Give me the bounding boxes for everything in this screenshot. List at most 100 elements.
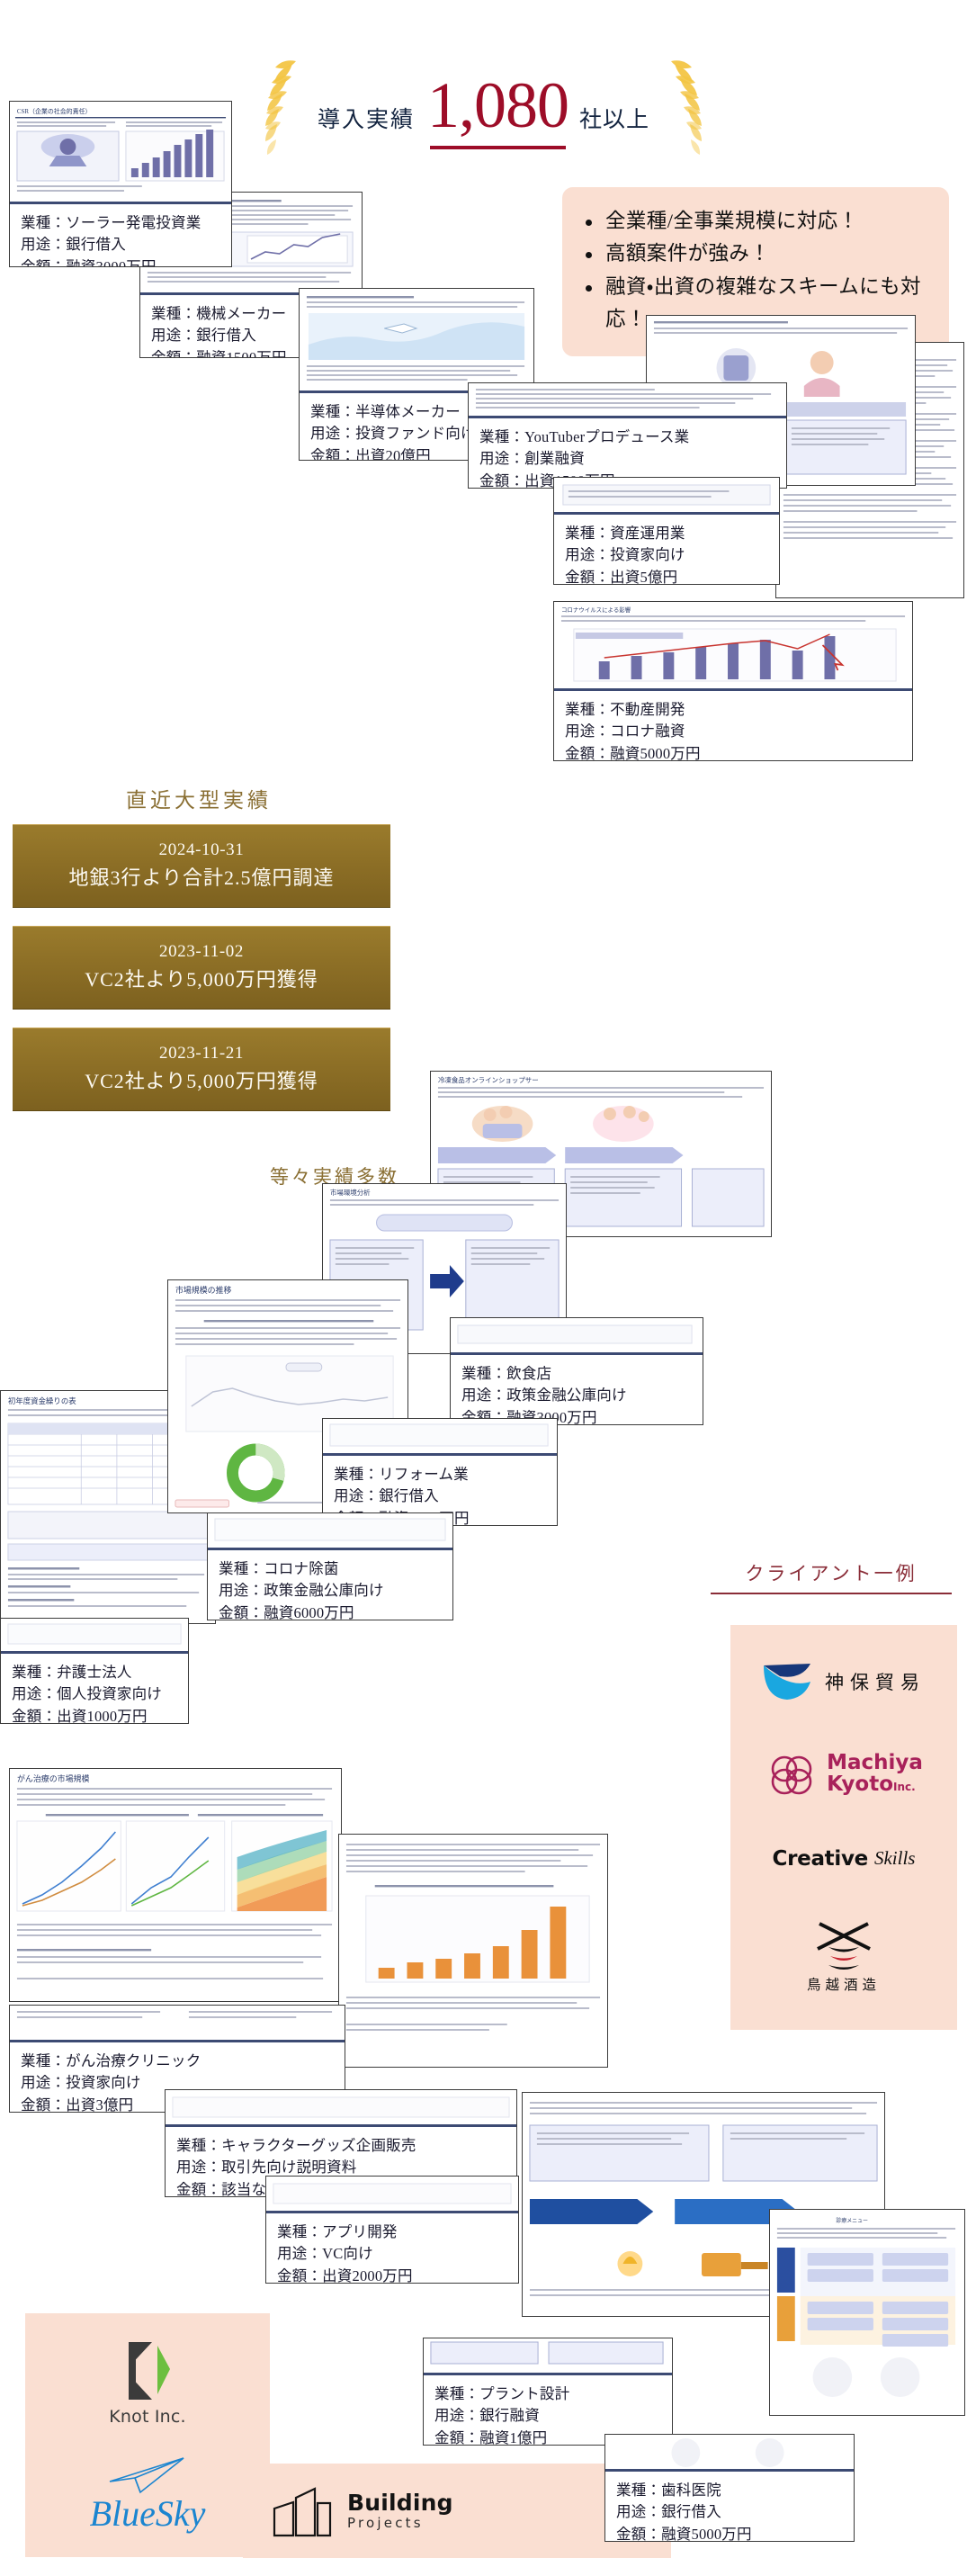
case-card[interactable]: 業種：アプリ開発 用途：VC向け 金額：出資2000万円 [265, 2176, 519, 2284]
hero-number: 1,080 [427, 69, 569, 150]
slide-thumbnail: コロナウイルスによる影響 [554, 602, 912, 688]
case-amount: 金額：出資2000万円 [277, 2266, 413, 2284]
recent-result-item[interactable]: 2024-10-31 地銀3行より合計2.5億円調達 [13, 824, 390, 909]
client-name-line1: Machiya [827, 1750, 923, 1774]
slide-thumbnail [424, 2338, 672, 2373]
slide-thumbnail [323, 1419, 557, 1453]
slide-thumbnail [266, 2177, 518, 2211]
knot-mark-icon [128, 2342, 170, 2401]
slide-thumbnail [451, 1318, 703, 1352]
case-purpose: 用途：政策金融公庫向け [219, 1582, 384, 1600]
laurel-right-icon [671, 59, 703, 155]
torigoe-mark-icon [817, 1921, 871, 1970]
laurel-left-icon [264, 59, 296, 155]
case-purpose: 用途：銀行借入 [21, 236, 126, 254]
case-card[interactable]: 業種：資産運用業 用途：投資家向け 金額：出資5億円 [553, 477, 780, 585]
client-logo-creative-skills: Creative Skills [730, 1847, 957, 1871]
case-purpose: 用途：創業融資 [479, 450, 585, 468]
client-logo-machiya: Machiya KyotoInc. [730, 1749, 957, 1800]
slide-card[interactable] [338, 1834, 608, 2068]
slide-thumbnail [300, 289, 533, 390]
slide-thumbnail [166, 2090, 516, 2124]
svg-text:CSR（企業の社会的責任）: CSR（企業の社会的責任） [17, 107, 92, 115]
svg-text:がん治療の市場規模: がん治療の市場規模 [17, 1773, 90, 1783]
case-card[interactable]: 業種：YouTuberプロデュース業 用途：創業融資 金額：出資1500万円 [468, 382, 787, 489]
client-name: Creative [772, 1846, 869, 1871]
hero-suffix: 社以上 [579, 108, 650, 133]
case-caption: 業種：資産運用業 用途：投資家向け 金額：出資5億円 [554, 512, 779, 584]
case-industry: 業種：不動産開発 [565, 701, 685, 718]
client-name: 鳥越酒造 [806, 1977, 881, 1993]
case-caption: 業種：歯科医院 用途：銀行借入 金額：融資5000万円 [605, 2469, 854, 2542]
client-logo-jimbo: 神保貿易 [730, 1662, 957, 1701]
case-amount: 金額：融資3000万円 [21, 257, 157, 267]
svg-text:冷凍食品オンラインショップサー: 冷凍食品オンラインショップサー [438, 1075, 539, 1084]
bottom-logo-name: BlueSky [89, 2492, 206, 2534]
slide-thumbnail [605, 2435, 854, 2469]
case-amount: 金額：融資5000万円 [616, 2525, 752, 2542]
bottom-logo-knot: Knot Inc. [109, 2338, 186, 2427]
case-card[interactable]: CSR（企業の社会的責任） 業種：ソーラー発電投資業 用途：銀行借入 金額：融資… [9, 101, 232, 267]
bottom-logo-name: Building [347, 2489, 453, 2516]
recent-result-text: 地銀3行より合計2.5億円調達 [68, 866, 335, 889]
slide-thumbnail [339, 1835, 607, 2067]
client-name-line2: Kyoto [827, 1772, 894, 1796]
case-purpose: 用途：コロナ融資 [565, 723, 685, 740]
case-amount: 金額：融資5000万円 [565, 744, 701, 761]
paper-plane-icon [109, 2456, 184, 2493]
case-industry: 業種：ソーラー発電投資業 [21, 214, 201, 231]
feature-item: 高額案件が強み！ [586, 238, 935, 270]
case-card[interactable]: 業種：飲食店 用途：政策金融公庫向け 金額：融資3000万円 [450, 1317, 703, 1425]
recent-result-item[interactable]: 2023-11-21 VC2社より5,000万円獲得 [13, 1028, 390, 1112]
bottom-logo-sub: Projects [347, 2515, 424, 2532]
svg-text:市場環境分析: 市場環境分析 [330, 1188, 371, 1197]
slide-thumbnail [554, 478, 779, 512]
case-purpose: 用途：銀行借入 [334, 1487, 439, 1505]
case-purpose: 用途：銀行融資 [434, 2407, 540, 2425]
recent-result-date: 2023-11-21 [159, 1044, 244, 1063]
slide-thumbnail [1, 1619, 188, 1651]
recent-result-text: VC2社より5,000万円獲得 [85, 967, 318, 991]
case-purpose: 用途：銀行借入 [616, 2503, 721, 2521]
case-caption: 業種：アプリ開発 用途：VC向け 金額：出資2000万円 [266, 2211, 518, 2284]
clients-panel: 神保貿易 Machiya KyotoInc. Creative Skills 鳥… [730, 1625, 957, 2030]
bottom-logo-name: Knot Inc. [109, 2407, 186, 2428]
slide-thumbnail: がん治療の市場規模 [10, 1769, 341, 2001]
slide-thumbnail [10, 2006, 345, 2040]
case-caption: 業種：不動産開発 用途：コロナ融資 金額：融資5000万円 [554, 688, 912, 761]
bottom-logo-bluesky: BlueSky [89, 2453, 206, 2534]
slide-thumbnail [208, 1513, 452, 1548]
case-card[interactable]: 業種：リフォーム業 用途：銀行借入 金額：融資3000万円 [322, 1418, 558, 1526]
case-purpose: 用途：政策金融公庫向け [461, 1387, 627, 1405]
case-card[interactable]: 業種：弁護士法人 用途：個人投資家向け 金額：出資1000万円 [0, 1618, 189, 1724]
bottom-logo-panel-left: Knot Inc. BlueSky [25, 2313, 270, 2557]
case-purpose: 用途：VC向け [277, 2245, 373, 2263]
case-card[interactable]: 業種：歯科医院 用途：銀行借入 金額：融資5000万円 [604, 2434, 855, 2542]
case-industry: 業種：資産運用業 [565, 525, 685, 542]
case-industry: 業種：弁護士法人 [12, 1664, 132, 1681]
slide-thumbnail: CSR（企業の社会的責任） [10, 102, 231, 202]
recent-results-heading: 直近大型実績 [126, 789, 272, 812]
case-industry: 業種：プラント設計 [434, 2385, 570, 2402]
case-industry: 業種：キャラクターグッズ企画販売 [176, 2137, 416, 2154]
svg-text:コロナウイルスによる影響: コロナウイルスによる影響 [561, 606, 631, 614]
slide-card[interactable]: がん治療の市場規模 [9, 1768, 342, 2002]
slide-thumbnail [469, 383, 786, 416]
recent-result-date: 2024-10-31 [158, 840, 245, 859]
case-amount: 金額：融資6000万円 [219, 1603, 354, 1620]
case-caption: 業種：弁護士法人 用途：個人投資家向け 金額：出資1000万円 [1, 1651, 188, 1723]
recent-result-item[interactable]: 2023-11-02 VC2社より5,000万円獲得 [13, 926, 390, 1010]
case-caption: 業種：飲食店 用途：政策金融公庫向け 金額：融資3000万円 [451, 1352, 703, 1424]
slide-card[interactable]: 診療メニュー [769, 2209, 965, 2416]
case-card[interactable]: コロナウイルスによる影響 業種：不動産開発 用途：コロナ融資 金額：融資5000… [553, 601, 913, 761]
case-industry: 業種：がん治療クリニック [21, 2052, 201, 2069]
case-card[interactable]: 業種：プラント設計 用途：銀行融資 金額：融資1億円 [423, 2338, 673, 2446]
svg-text:市場規模の推移: 市場規模の推移 [175, 1285, 231, 1295]
client-name: 神保貿易 [825, 1671, 926, 1693]
building-icon [273, 2486, 332, 2536]
page-root: 導入実績 1,080 社以上 全業種/全事業規模に対応！ 高額案件が強み！ 融資… [0, 0, 967, 2576]
recent-result-text: VC2社より5,000万円獲得 [85, 1069, 318, 1092]
case-industry: 業種：歯科医院 [616, 2482, 721, 2499]
case-card[interactable]: 業種：コロナ除菌 用途：政策金融公庫向け 金額：融資6000万円 [207, 1512, 453, 1620]
machiya-knot-icon [771, 1755, 812, 1794]
